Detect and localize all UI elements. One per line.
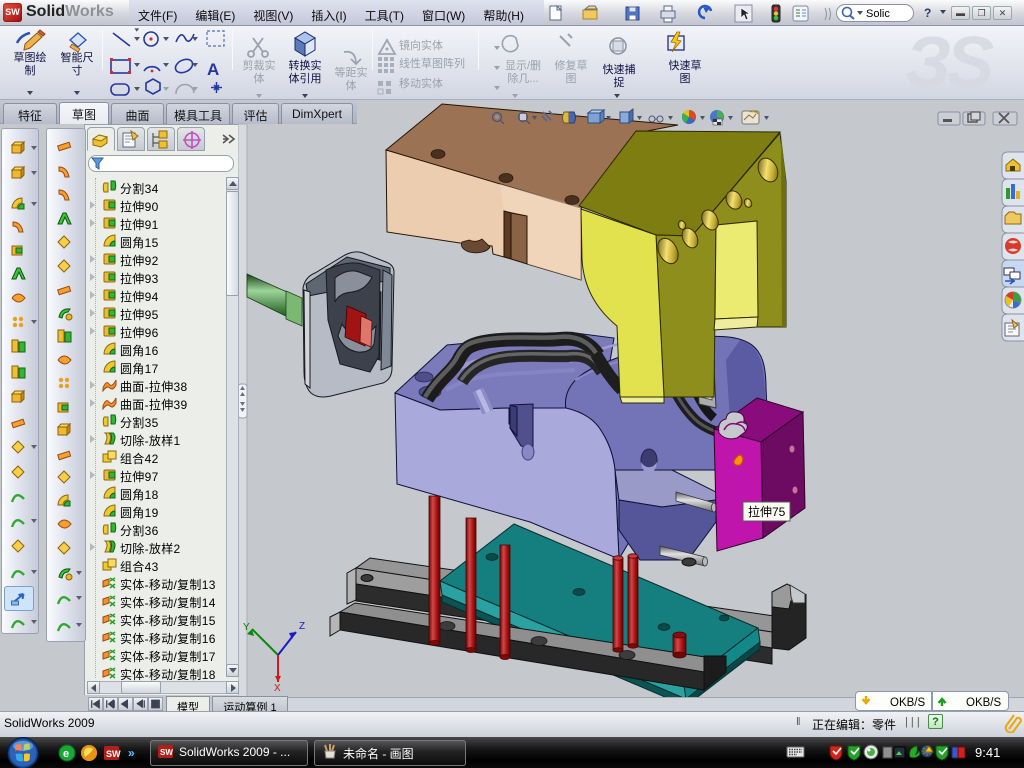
svg-text:Solic: Solic [866,8,890,20]
svg-text:A: A [207,60,219,79]
svg-text:OKB/S: OKB/S [966,697,1001,709]
svg-text:Z: Z [299,621,305,632]
svg-text:SW: SW [160,748,173,757]
svg-text:Y: Y [243,622,250,633]
svg-text:»: » [128,746,135,760]
svg-text:e: e [63,748,69,760]
svg-text:OKB/S: OKB/S [890,697,925,709]
svg-text:拉伸75: 拉伸75 [748,504,786,519]
svg-text:X: X [274,683,281,694]
svg-text:SW: SW [106,749,121,759]
